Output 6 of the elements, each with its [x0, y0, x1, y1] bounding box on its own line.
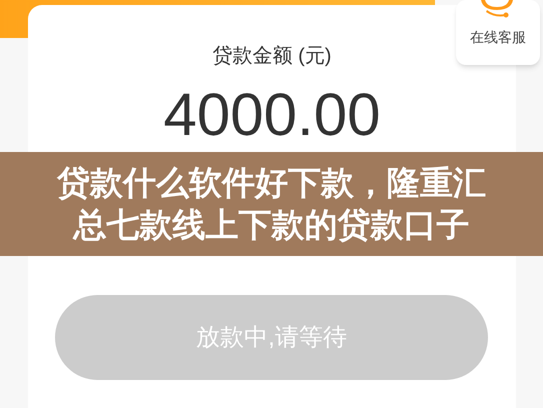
- support-button[interactable]: 在线客服: [456, 0, 540, 65]
- support-label: 在线客服: [470, 28, 526, 47]
- loan-amount: 4000.00: [164, 85, 380, 145]
- amount-label: 贷款金额 (元): [212, 44, 332, 69]
- banner-title-line: 总七款线上下款的贷款口子: [74, 205, 470, 245]
- banner-title-line: 贷款什么软件好下款，隆重汇: [57, 163, 486, 203]
